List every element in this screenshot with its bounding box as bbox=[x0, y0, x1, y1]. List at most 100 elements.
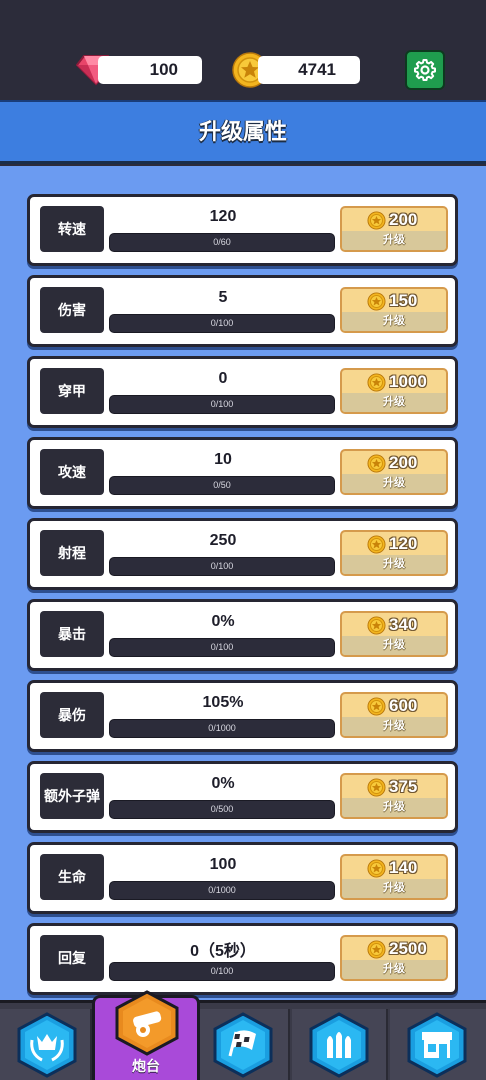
upgrade-cost: 200 bbox=[389, 453, 418, 472]
upgrade-name: 伤害 bbox=[40, 287, 104, 333]
upgrade-value: 0（5秒） bbox=[190, 943, 256, 960]
upgrade-button-label: 升级 bbox=[342, 393, 446, 412]
upgrade-value: 0% bbox=[211, 775, 235, 792]
upgrade-button[interactable]: 375 升级 bbox=[340, 773, 448, 819]
progress-bar: 0/100 bbox=[109, 314, 335, 333]
nav-item-shop[interactable] bbox=[390, 1009, 486, 1080]
upgrade-name: 转速 bbox=[40, 206, 104, 252]
upgrade-button-label: 升级 bbox=[342, 312, 446, 331]
upgrade-name: 攻速 bbox=[40, 449, 104, 495]
progress-label: 0/100 bbox=[210, 966, 234, 976]
progress-label: 0/60 bbox=[213, 237, 231, 247]
coin-icon bbox=[367, 454, 386, 473]
coin-icon bbox=[367, 697, 386, 716]
progress-bar: 0/100 bbox=[109, 962, 335, 981]
coin-icon bbox=[367, 373, 386, 392]
upgrade-row: 伤害 5 0/100 150 升级 bbox=[27, 275, 458, 347]
upgrade-name: 射程 bbox=[40, 530, 104, 576]
upgrade-button-label: 升级 bbox=[342, 231, 446, 250]
upgrade-row: 额外子弹 0% 0/500 375 升级 bbox=[27, 761, 458, 833]
coin-icon bbox=[367, 292, 386, 311]
title-bar: 升级属性 bbox=[0, 100, 486, 164]
upgrade-button[interactable]: 600 升级 bbox=[340, 692, 448, 738]
upgrade-row: 攻速 10 0/50 200 升级 bbox=[27, 437, 458, 509]
upgrade-button[interactable]: 140 升级 bbox=[340, 854, 448, 900]
page-title: 升级属性 bbox=[198, 119, 287, 144]
progress-bar: 0/1000 bbox=[109, 881, 335, 900]
progress-bar: 0/100 bbox=[109, 557, 335, 576]
progress-label: 0/1000 bbox=[208, 723, 236, 733]
upgrade-row: 转速 120 0/60 200 升级 bbox=[27, 194, 458, 266]
bullets-icon bbox=[309, 1012, 369, 1078]
upgrade-button[interactable]: 200 升级 bbox=[340, 449, 448, 495]
upgrade-cost: 600 bbox=[389, 696, 418, 715]
upgrade-button[interactable]: 1000 升级 bbox=[340, 368, 448, 414]
upgrade-name: 暴击 bbox=[40, 611, 104, 657]
upgrade-row: 生命 100 0/1000 140 升级 bbox=[27, 842, 458, 914]
progress-bar: 0/100 bbox=[109, 638, 335, 657]
upgrade-button-label: 升级 bbox=[342, 474, 446, 493]
upgrade-row: 暴伤 105% 0/1000 600 升级 bbox=[27, 680, 458, 752]
nav-item-rewards[interactable] bbox=[0, 1009, 92, 1080]
upgrade-button-label: 升级 bbox=[342, 636, 446, 655]
upgrade-row: 暴击 0% 0/100 340 升级 bbox=[27, 599, 458, 671]
nav-item-ammo[interactable] bbox=[292, 1009, 388, 1080]
progress-bar: 0/500 bbox=[109, 800, 335, 819]
upgrade-row: 射程 250 0/100 120 升级 bbox=[27, 518, 458, 590]
coin-icon bbox=[367, 211, 386, 230]
nav-item-turret[interactable]: 炮台 bbox=[92, 990, 200, 1080]
upgrade-name: 额外子弹 bbox=[40, 773, 104, 819]
upgrade-button[interactable]: 340 升级 bbox=[340, 611, 448, 657]
upgrade-cost: 150 bbox=[389, 291, 418, 310]
nav-item-stage[interactable] bbox=[200, 1009, 290, 1080]
shop-icon bbox=[407, 1012, 467, 1078]
coin-count: 4741 bbox=[298, 60, 336, 79]
coin-icon bbox=[367, 616, 386, 635]
progress-label: 0/100 bbox=[210, 642, 234, 652]
upgrade-cost: 1000 bbox=[389, 372, 427, 391]
upgrade-value: 105% bbox=[202, 694, 244, 711]
gem-counter: 100 bbox=[98, 56, 202, 84]
crown-laurel-icon bbox=[17, 1012, 77, 1078]
upgrade-button[interactable]: 200 升级 bbox=[340, 206, 448, 252]
upgrade-name: 生命 bbox=[40, 854, 104, 900]
progress-bar: 0/100 bbox=[109, 395, 335, 414]
upgrade-button-label: 升级 bbox=[342, 960, 446, 979]
upgrade-button[interactable]: 2500 升级 bbox=[340, 935, 448, 981]
upgrade-value: 250 bbox=[209, 532, 237, 549]
upgrade-value: 0 bbox=[218, 370, 228, 387]
progress-bar: 0/60 bbox=[109, 233, 335, 252]
coin-icon bbox=[367, 859, 386, 878]
upgrade-button-label: 升级 bbox=[342, 798, 446, 817]
upgrade-value: 5 bbox=[218, 289, 228, 306]
progress-bar: 0/1000 bbox=[109, 719, 335, 738]
gem-count: 100 bbox=[149, 60, 178, 79]
coin-icon bbox=[367, 940, 386, 959]
upgrade-name: 穿甲 bbox=[40, 368, 104, 414]
upgrade-name: 回复 bbox=[40, 935, 104, 981]
checkered-flag-icon bbox=[213, 1012, 273, 1078]
top-bar: 100 4741 bbox=[0, 0, 486, 100]
progress-label: 0/1000 bbox=[208, 885, 236, 895]
upgrade-cost: 375 bbox=[389, 777, 418, 796]
progress-label: 0/100 bbox=[210, 561, 234, 571]
gear-icon bbox=[414, 59, 436, 81]
upgrade-cost: 340 bbox=[389, 615, 418, 634]
upgrade-row: 穿甲 0 0/100 1000 升级 bbox=[27, 356, 458, 428]
upgrade-button[interactable]: 150 升级 bbox=[340, 287, 448, 333]
upgrade-value: 0% bbox=[211, 613, 235, 630]
coin-icon bbox=[367, 778, 386, 797]
upgrade-list: 转速 120 0/60 200 升级 伤害 5 0/100 150 升级 穿甲 0 0/100 1000 升… bbox=[0, 166, 486, 1000]
progress-label: 0/50 bbox=[213, 480, 231, 490]
upgrade-button[interactable]: 120 升级 bbox=[340, 530, 448, 576]
upgrade-button-label: 升级 bbox=[342, 717, 446, 736]
coin-counter: 4741 bbox=[258, 56, 360, 84]
upgrade-value: 10 bbox=[214, 451, 232, 468]
progress-label: 0/500 bbox=[210, 804, 234, 814]
upgrade-cost: 2500 bbox=[389, 939, 427, 958]
settings-button[interactable] bbox=[405, 50, 445, 90]
upgrade-value: 120 bbox=[209, 208, 237, 225]
upgrade-cost: 200 bbox=[389, 210, 418, 229]
upgrade-button-label: 升级 bbox=[342, 555, 446, 574]
cannon-icon bbox=[115, 990, 179, 1056]
